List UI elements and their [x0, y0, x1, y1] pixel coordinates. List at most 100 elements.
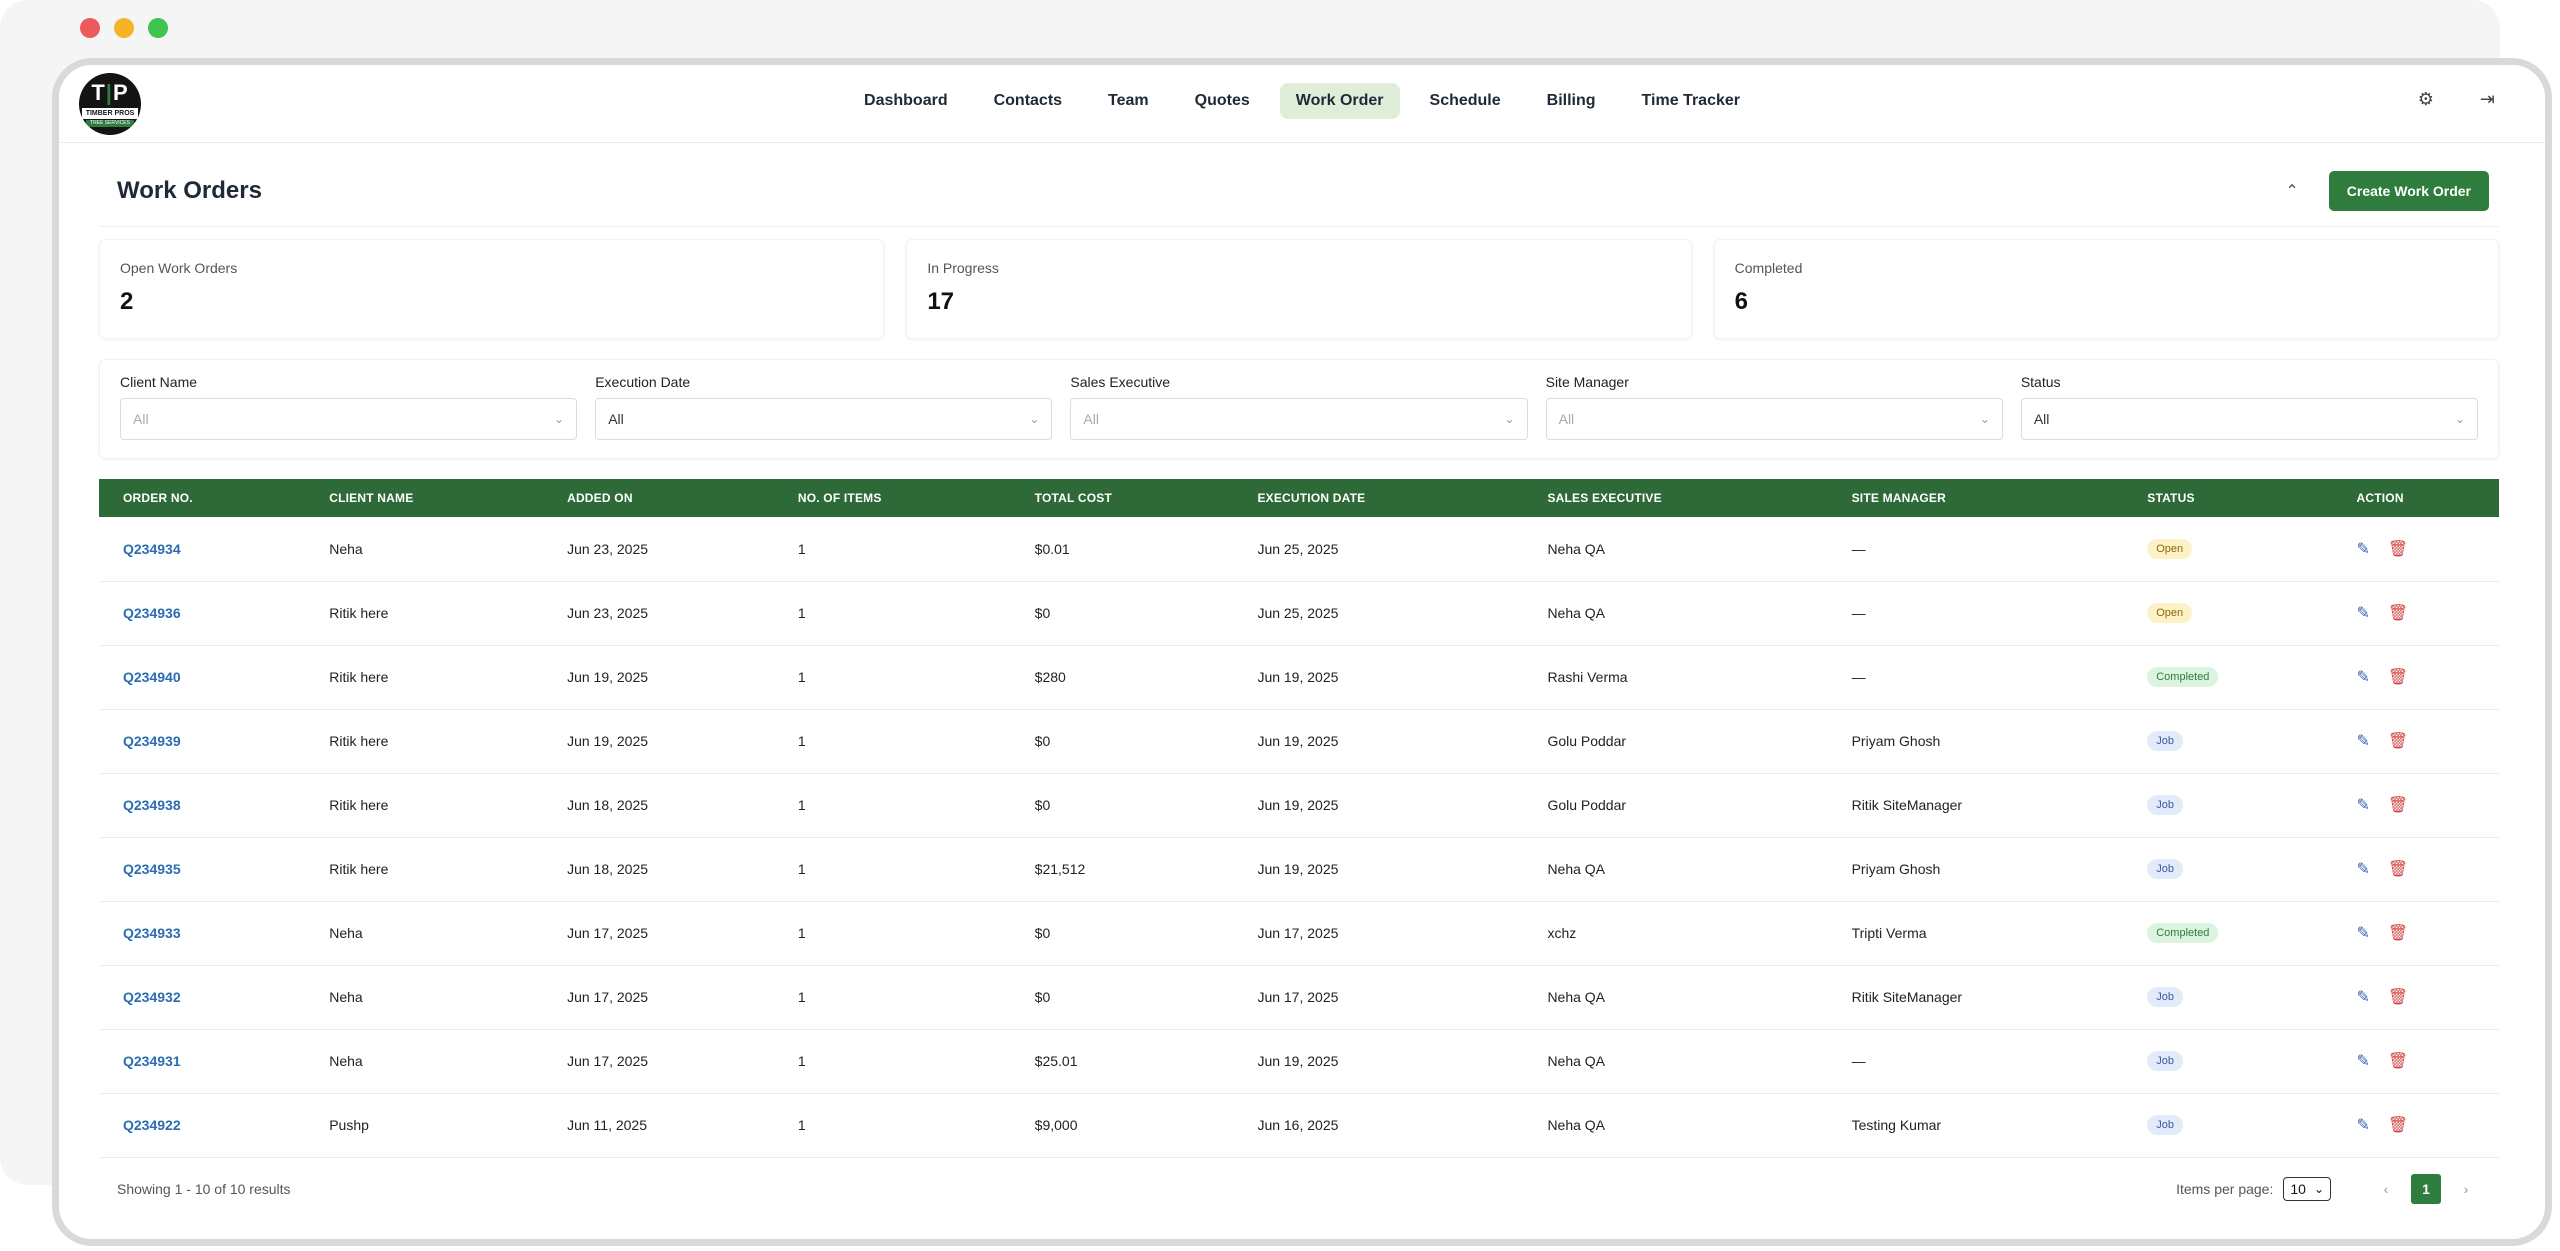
table-row[interactable]: Q234940 Ritik here Jun 19, 2025 1 $280 Jun 19…: [99, 645, 2499, 710]
status-badge: Job: [2147, 1051, 2183, 1071]
filter-select[interactable]: All ⌄: [1070, 398, 1528, 440]
stat-value: 17: [927, 288, 955, 315]
stat-card: Completed 6: [1713, 239, 2499, 339]
delete-trash-icon[interactable]: 🗑: [2388, 603, 2408, 623]
delete-trash-icon[interactable]: 🗑: [2388, 731, 2408, 751]
cell-added: Jun 19, 2025: [543, 709, 774, 774]
chevron-down-icon: ⌄: [1979, 412, 1990, 426]
edit-pencil-icon[interactable]: ✎: [2357, 603, 2370, 623]
table-row[interactable]: Q234939 Ritik here Jun 19, 2025 1 $0 Jun 19, …: [99, 709, 2499, 774]
table-row[interactable]: Q234936 Ritik here Jun 23, 2025 1 $0 Jun 25, …: [99, 581, 2499, 646]
cell-site: —: [1827, 1029, 2124, 1094]
delete-trash-icon[interactable]: 🗑: [2388, 987, 2408, 1007]
column-header: TOTAL COST: [1034, 491, 1112, 505]
order-link[interactable]: Q234935: [99, 837, 306, 902]
settings-gear-icon[interactable]: ⚙: [2418, 89, 2434, 110]
cell-site: —: [1827, 581, 2124, 646]
column-header: CLIENT NAME: [329, 491, 414, 505]
order-link[interactable]: Q234922: [99, 1093, 306, 1158]
table-row[interactable]: Q234935 Ritik here Jun 18, 2025 1 $21,512 Jun…: [99, 837, 2499, 902]
edit-pencil-icon[interactable]: ✎: [2357, 1115, 2370, 1135]
table-row[interactable]: Q234922 Pushp Jun 11, 2025 1 $9,000 Jun 16, 2…: [99, 1093, 2499, 1158]
order-link[interactable]: Q234938: [99, 773, 306, 838]
nav-item-dashboard[interactable]: Dashboard: [848, 83, 964, 119]
filter-select[interactable]: All ⌄: [2020, 398, 2479, 440]
cell-cost: $0: [1010, 773, 1234, 838]
chevron-up-icon[interactable]: ⌃: [2285, 181, 2298, 201]
nav-item-billing[interactable]: Billing: [1531, 83, 1612, 119]
cell-added: Jun 17, 2025: [543, 1029, 774, 1094]
minimize-window-button[interactable]: [114, 18, 134, 38]
nav-item-work-order[interactable]: Work Order: [1279, 83, 1400, 119]
edit-pencil-icon[interactable]: ✎: [2357, 987, 2370, 1007]
close-window-button[interactable]: [80, 18, 100, 38]
edit-pencil-icon[interactable]: ✎: [2357, 731, 2370, 751]
status-badge: Completed: [2147, 667, 2219, 687]
column-header: ACTION: [2356, 491, 2404, 505]
delete-trash-icon[interactable]: 🗑: [2388, 859, 2408, 879]
stat-value: 2: [120, 288, 134, 315]
cell-client: Ritik here: [305, 837, 544, 902]
cell-status: Job: [2123, 773, 2333, 838]
prev-page-button[interactable]: ‹: [2371, 1174, 2401, 1204]
delete-trash-icon[interactable]: 🗑: [2388, 795, 2408, 815]
table-row[interactable]: Q234938 Ritik here Jun 18, 2025 1 $0 Jun 19, …: [99, 773, 2499, 838]
cell-action: ✎ 🗑: [2332, 965, 2499, 1030]
work-orders-table: ORDER NO. CLIENT NAME ADDED ON NO. OF ITEMS…: [99, 479, 2499, 1158]
cell-added: Jun 19, 2025: [543, 645, 774, 710]
cell-added: Jun 18, 2025: [543, 773, 774, 838]
order-link[interactable]: Q234936: [99, 581, 306, 646]
edit-pencil-icon[interactable]: ✎: [2357, 859, 2370, 879]
cell-site: Ritik SiteManager: [1827, 773, 2124, 838]
status-badge: Job: [2147, 987, 2183, 1007]
filter-select[interactable]: All ⌄: [1545, 398, 2003, 440]
nav-item-team[interactable]: Team: [1092, 83, 1165, 119]
table-row[interactable]: Q234932 Neha Jun 17, 2025 1 $0 Jun 17, 2025 Ne…: [99, 965, 2499, 1030]
maximize-window-button[interactable]: [148, 18, 168, 38]
cell-sales: Neha QA: [1523, 517, 1828, 582]
logout-icon[interactable]: ⇥: [2480, 89, 2495, 110]
delete-trash-icon[interactable]: 🗑: [2388, 1051, 2408, 1071]
cell-cost: $0: [1010, 581, 1234, 646]
filter-select[interactable]: All ⌄: [120, 398, 578, 440]
create-work-order-button[interactable]: Create Work Order: [2328, 170, 2489, 211]
filter-label: Status: [2020, 374, 2061, 390]
order-link[interactable]: Q234940: [99, 645, 306, 710]
nav-item-contacts[interactable]: Contacts: [978, 83, 1078, 119]
nav-item-quotes[interactable]: Quotes: [1179, 83, 1266, 119]
pagination: Items per page: 10 ⌄ ‹ 1 ›: [2176, 1173, 2481, 1204]
delete-trash-icon[interactable]: 🗑: [2388, 923, 2408, 943]
edit-pencil-icon[interactable]: ✎: [2357, 923, 2370, 943]
nav-item-time-tracker[interactable]: Time Tracker: [1626, 83, 1756, 119]
order-link[interactable]: Q234934: [99, 517, 306, 582]
order-link[interactable]: Q234939: [99, 709, 306, 774]
cell-status: Completed: [2123, 901, 2333, 966]
table-row[interactable]: Q234931 Neha Jun 17, 2025 1 $25.01 Jun 19, 20…: [99, 1029, 2499, 1094]
cell-client: Ritik here: [305, 709, 544, 774]
delete-trash-icon[interactable]: 🗑: [2388, 667, 2408, 687]
edit-pencil-icon[interactable]: ✎: [2357, 795, 2370, 815]
cell-cost: $280: [1010, 645, 1234, 710]
order-link[interactable]: Q234931: [99, 1029, 306, 1094]
order-link[interactable]: Q234933: [99, 901, 306, 966]
cell-client: Neha: [305, 1029, 544, 1094]
table-row[interactable]: Q234933 Neha Jun 17, 2025 1 $0 Jun 17, 2025 xc…: [99, 901, 2499, 966]
per-page-select[interactable]: 10 ⌄: [2283, 1176, 2331, 1201]
order-link[interactable]: Q234932: [99, 965, 306, 1030]
filter-select[interactable]: All ⌄: [595, 398, 1053, 440]
next-page-button[interactable]: ›: [2451, 1174, 2481, 1204]
delete-trash-icon[interactable]: 🗑: [2388, 539, 2408, 559]
cell-client: Neha: [305, 901, 544, 966]
delete-trash-icon[interactable]: 🗑: [2388, 1115, 2408, 1135]
page-number-button[interactable]: 1: [2411, 1173, 2441, 1204]
edit-pencil-icon[interactable]: ✎: [2357, 667, 2370, 687]
filter-site-manager: Site Manager All ⌄: [1545, 374, 2003, 444]
cell-exec: Jun 16, 2025: [1233, 1093, 1524, 1158]
cell-action: ✎ 🗑: [2332, 645, 2499, 710]
edit-pencil-icon[interactable]: ✎: [2357, 1051, 2370, 1071]
table-row[interactable]: Q234934 Neha Jun 23, 2025 1 $0.01 Jun 25, 202…: [99, 517, 2499, 582]
cell-exec: Jun 19, 2025: [1233, 773, 1524, 838]
nav-item-schedule[interactable]: Schedule: [1414, 83, 1517, 119]
app-window: T|P TIMBER PROS TREE SERVICES Dashboard C…: [52, 58, 2552, 1246]
edit-pencil-icon[interactable]: ✎: [2357, 539, 2370, 559]
